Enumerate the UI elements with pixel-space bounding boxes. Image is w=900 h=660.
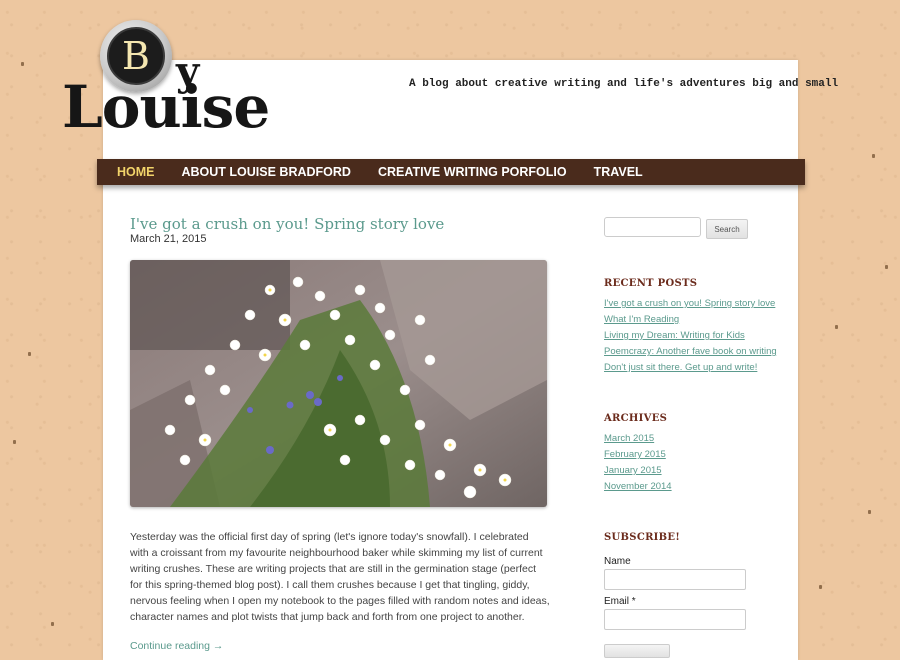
archives-title: ARCHIVES: [604, 413, 668, 424]
search-button[interactable]: Search: [706, 219, 748, 239]
post-image: [130, 260, 547, 507]
recent-post-link[interactable]: What I'm Reading: [604, 312, 777, 328]
archive-link[interactable]: February 2015: [604, 447, 672, 463]
archives-list: March 2015 February 2015 January 2015 No…: [604, 431, 672, 495]
search-input[interactable]: [604, 217, 701, 237]
recent-post-link[interactable]: I've got a crush on you! Spring story lo…: [604, 296, 777, 312]
archive-link[interactable]: November 2014: [604, 479, 672, 495]
subscribe-title: SUBSCRIBE!: [604, 532, 681, 543]
email-label: Email *: [604, 596, 636, 607]
paper-speck: [872, 154, 875, 158]
paper-speck: [13, 440, 16, 444]
name-label: Name: [604, 556, 631, 567]
paper-speck: [28, 352, 31, 356]
nav-item-travel[interactable]: TRAVEL: [594, 165, 643, 179]
email-field[interactable]: [604, 609, 746, 630]
post-title[interactable]: I've got a crush on you! Spring story lo…: [130, 215, 444, 233]
logo-name: Louise: [62, 73, 270, 141]
paper-speck: [868, 510, 871, 514]
archive-link[interactable]: March 2015: [604, 431, 672, 447]
nav-item-home[interactable]: HOME: [117, 165, 155, 179]
site-tagline: A blog about creative writing and life's…: [409, 78, 839, 90]
continue-reading-link[interactable]: Continue reading →: [130, 640, 223, 652]
archive-link[interactable]: January 2015: [604, 463, 672, 479]
paper-speck: [835, 325, 838, 329]
main-nav: HOME ABOUT LOUISE BRADFORD CREATIVE WRIT…: [97, 159, 805, 185]
nav-item-about[interactable]: ABOUT LOUISE BRADFORD: [182, 165, 351, 179]
recent-post-link[interactable]: Living my Dream: Writing for Kids: [604, 328, 777, 344]
recent-post-link[interactable]: Poemcrazy: Another fave book on writing: [604, 344, 777, 360]
post-body: Yesterday was the official first day of …: [130, 531, 550, 623]
recent-posts-title: RECENT POSTS: [604, 278, 698, 289]
recent-posts-list: I've got a crush on you! Spring story lo…: [604, 296, 777, 376]
subscribe-button[interactable]: [604, 644, 670, 658]
paper-speck: [51, 622, 54, 626]
name-field[interactable]: [604, 569, 746, 590]
paper-speck: [21, 62, 24, 66]
paper-speck: [819, 585, 822, 589]
post-date: March 21, 2015: [130, 233, 207, 245]
nav-item-portfolio[interactable]: CREATIVE WRITING PORFOLIO: [378, 165, 567, 179]
recent-post-link[interactable]: Don't just sit there. Get up and write!: [604, 360, 777, 376]
site-logo[interactable]: B y Louise: [58, 18, 273, 158]
paper-speck: [885, 265, 888, 269]
